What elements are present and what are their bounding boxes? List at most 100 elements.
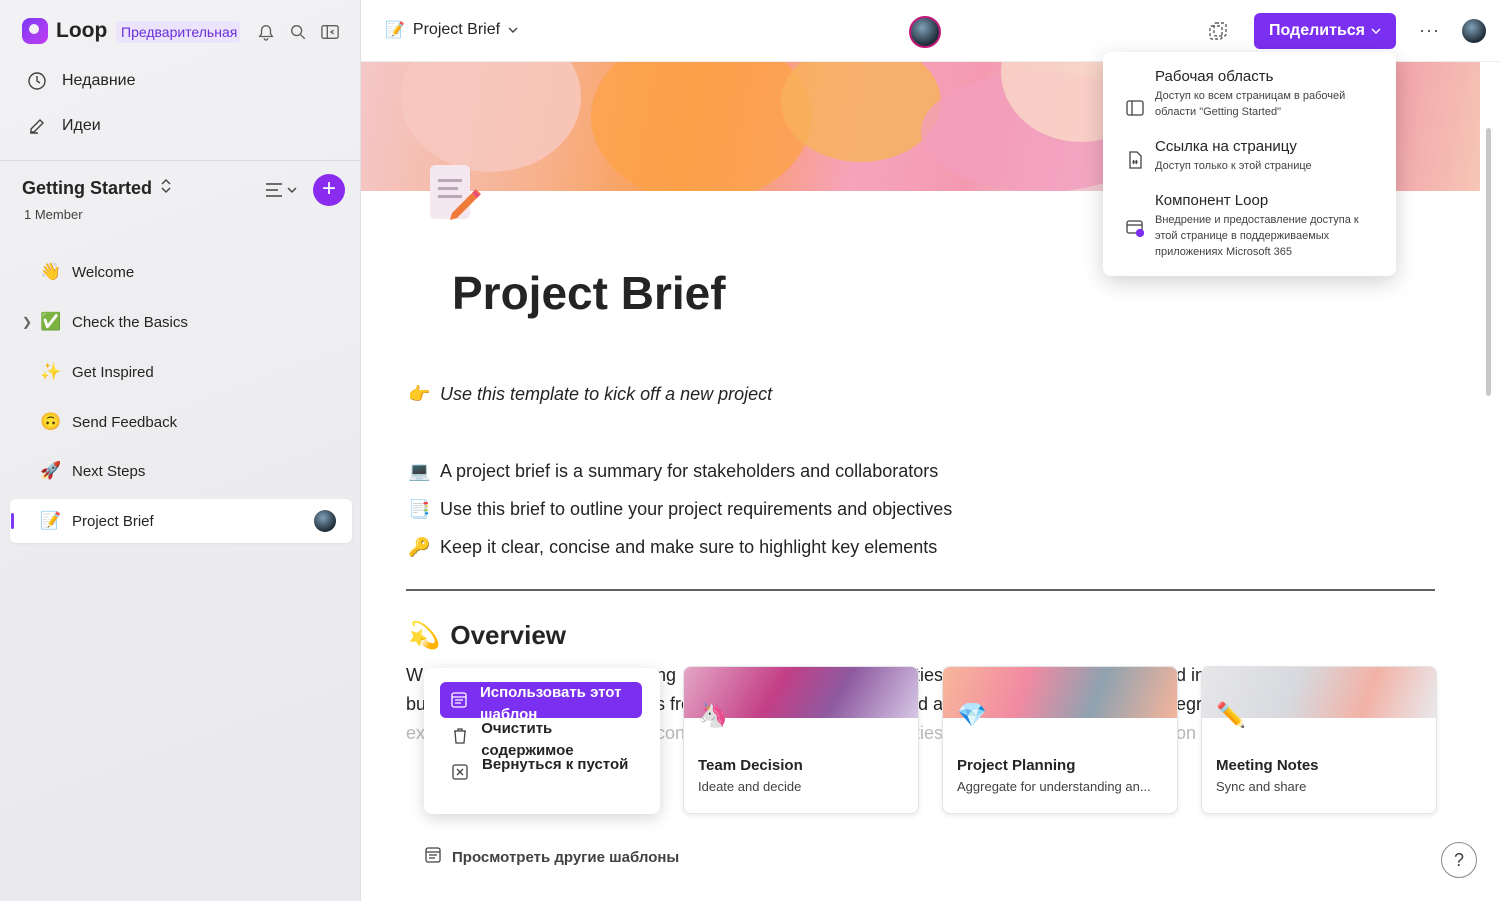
dizzy-icon: 💫 bbox=[408, 620, 441, 650]
template-card-project-planning[interactable]: 💎 Project Planning Aggregate for underst… bbox=[942, 666, 1178, 814]
page-label: Send Feedback bbox=[72, 413, 178, 431]
workspace-members: 1 Member bbox=[24, 207, 83, 222]
share-button[interactable]: Поделиться bbox=[1254, 13, 1396, 49]
overview-text-fragment: ties bbox=[915, 723, 944, 743]
share-option-title: Компонент Loop bbox=[1155, 192, 1269, 209]
check-mark-icon: ✅ bbox=[40, 312, 62, 331]
page-title[interactable]: Project Brief bbox=[452, 266, 726, 320]
cover-shape bbox=[591, 62, 811, 191]
page-item-next-steps[interactable]: 🚀 Next Steps bbox=[10, 449, 352, 493]
trash-icon bbox=[450, 726, 469, 746]
avatar bbox=[314, 510, 336, 532]
card-subtitle: Ideate and decide bbox=[698, 779, 802, 794]
intro-line[interactable]: 👉 Use this template to kick off a new pr… bbox=[408, 384, 772, 405]
cover-shape bbox=[401, 62, 581, 172]
template-card-team-decision[interactable]: 🦄 Team Decision Ideate and decide bbox=[683, 666, 919, 814]
help-button[interactable]: ? bbox=[1441, 842, 1477, 878]
add-page-button[interactable]: + bbox=[313, 174, 345, 206]
page-item-welcome[interactable]: 👋 Welcome bbox=[10, 250, 352, 294]
loop-component-icon bbox=[1125, 218, 1145, 238]
page-item-send-feedback[interactable]: 🙃 Send Feedback bbox=[10, 400, 352, 444]
upside-down-face-icon: 🙃 bbox=[40, 412, 62, 431]
share-workspace-item[interactable]: Рабочая область Доступ ко всем страницам… bbox=[1125, 68, 1380, 120]
page-label: Get Inspired bbox=[72, 363, 154, 381]
overview-text-fragment: W bbox=[406, 665, 423, 685]
dismiss-square-icon bbox=[450, 762, 470, 782]
nav-recent[interactable]: Недавние bbox=[26, 70, 136, 92]
chevron-updown-icon bbox=[160, 178, 172, 199]
overview-text-fragment: on bbox=[1176, 723, 1197, 743]
key-icon: 🔑 bbox=[408, 537, 431, 557]
nav-ideas[interactable]: Идеи bbox=[26, 115, 101, 137]
sidebar: Loop Предварительная Недавние Идеи Getti… bbox=[0, 0, 361, 901]
overview-heading[interactable]: 💫 Overview bbox=[408, 620, 566, 651]
laptop-icon: 💻 bbox=[408, 461, 431, 481]
sidebar-top-actions bbox=[256, 22, 340, 42]
more-options-icon[interactable]: ··· bbox=[1419, 20, 1440, 41]
pointing-hand-icon: 👉 bbox=[408, 384, 431, 404]
app-brand[interactable]: Loop bbox=[22, 18, 107, 44]
share-page-link-item[interactable]: Ссылка на страницу Доступ только к этой … bbox=[1125, 138, 1380, 174]
gem-icon: 💎 bbox=[957, 702, 987, 729]
share-button-label: Поделиться bbox=[1268, 22, 1366, 39]
chevron-right-icon[interactable]: ❯ bbox=[22, 315, 32, 329]
nav-ideas-label: Идеи bbox=[62, 117, 101, 134]
page-icon[interactable] bbox=[426, 163, 482, 225]
page-link-icon bbox=[1125, 150, 1145, 170]
more-templates-link[interactable]: Просмотреть другие шаблоны bbox=[424, 846, 679, 868]
collapse-sidebar-icon[interactable] bbox=[320, 22, 340, 42]
list-view-icon[interactable] bbox=[264, 180, 300, 205]
page-label: Welcome bbox=[72, 263, 135, 281]
share-option-description: Доступ только к этой странице bbox=[1155, 160, 1312, 172]
collaborator-avatar[interactable] bbox=[909, 16, 941, 48]
clock-icon bbox=[26, 70, 48, 92]
user-avatar[interactable] bbox=[1462, 19, 1486, 43]
bullet-line[interactable]: 💻 A project brief is a summary for stake… bbox=[408, 461, 938, 482]
overview-text-fragment: ties bbox=[915, 665, 944, 685]
back-to-blank-item[interactable]: Вернуться к пустой bbox=[440, 754, 642, 782]
card-title: Meeting Notes bbox=[1216, 757, 1319, 774]
scrollbar[interactable] bbox=[1486, 128, 1491, 396]
workspace-name: Getting Started bbox=[22, 178, 153, 198]
bullet-line[interactable]: 🔑 Keep it clear, concise and make sure t… bbox=[408, 537, 937, 558]
share-loop-component-item[interactable]: Компонент Loop Внедрение и предоставлени… bbox=[1125, 192, 1380, 260]
pencil-icon: ✏️ bbox=[1216, 702, 1246, 729]
intro-text: Use this template to kick off a new proj… bbox=[440, 384, 773, 404]
workspace-panel-icon bbox=[1125, 98, 1145, 118]
bullet-line[interactable]: 📑 Use this brief to outline your project… bbox=[408, 499, 952, 520]
page-label: Check the Basics bbox=[72, 313, 188, 331]
sidebar-divider bbox=[0, 160, 360, 161]
page-item-project-brief[interactable]: 📝 Project Brief bbox=[10, 499, 352, 543]
bullet-text: Keep it clear, concise and make sure to … bbox=[440, 537, 938, 557]
template-icon bbox=[450, 690, 468, 710]
page-label: Next Steps bbox=[72, 462, 146, 480]
share-option-title: Рабочая область bbox=[1155, 68, 1274, 85]
template-card-meeting-notes[interactable]: ✏️ Meeting Notes Sync and share bbox=[1201, 666, 1437, 814]
page-item-check-the-basics[interactable]: ❯ ✅ Check the Basics bbox=[10, 300, 352, 344]
overview-text-fragment: d a bbox=[918, 694, 944, 714]
back-to-blank-label: Вернуться к пустой bbox=[482, 756, 629, 773]
share-option-description: Доступ ко всем страницам в рабочей облас… bbox=[1155, 90, 1346, 118]
search-icon[interactable] bbox=[288, 22, 308, 42]
bell-icon[interactable] bbox=[256, 22, 276, 42]
chevron-down-icon bbox=[1371, 22, 1381, 40]
breadcrumb[interactable]: 📝 Project Brief bbox=[385, 20, 518, 40]
component-copy-icon[interactable] bbox=[1207, 20, 1229, 47]
unicorn-icon: 🦄 bbox=[698, 702, 728, 729]
template-context-menu: Использовать этот шаблон Очистить содерж… bbox=[424, 668, 660, 814]
use-template-label: Использовать этот шаблон bbox=[480, 684, 622, 718]
divider bbox=[406, 589, 1435, 591]
breadcrumb-title: Project Brief bbox=[412, 21, 501, 38]
card-title: Project Planning bbox=[957, 757, 1076, 774]
overview-label: Overview bbox=[450, 620, 567, 650]
bullet-text: Use this brief to outline your project r… bbox=[440, 499, 953, 519]
page-item-get-inspired[interactable]: ✨ Get Inspired bbox=[10, 350, 352, 394]
card-title: Team Decision bbox=[698, 757, 803, 774]
overview-text-fragment: ex bbox=[406, 723, 426, 743]
more-templates-label: Просмотреть другие шаблоны bbox=[452, 848, 680, 866]
card-subtitle: Sync and share bbox=[1216, 779, 1307, 794]
use-template-item[interactable]: Использовать этот шаблон bbox=[440, 682, 642, 718]
rocket-icon: 🚀 bbox=[40, 461, 62, 480]
workspace-switcher[interactable]: Getting Started bbox=[22, 178, 172, 199]
waving-hand-icon: 👋 bbox=[40, 262, 62, 281]
